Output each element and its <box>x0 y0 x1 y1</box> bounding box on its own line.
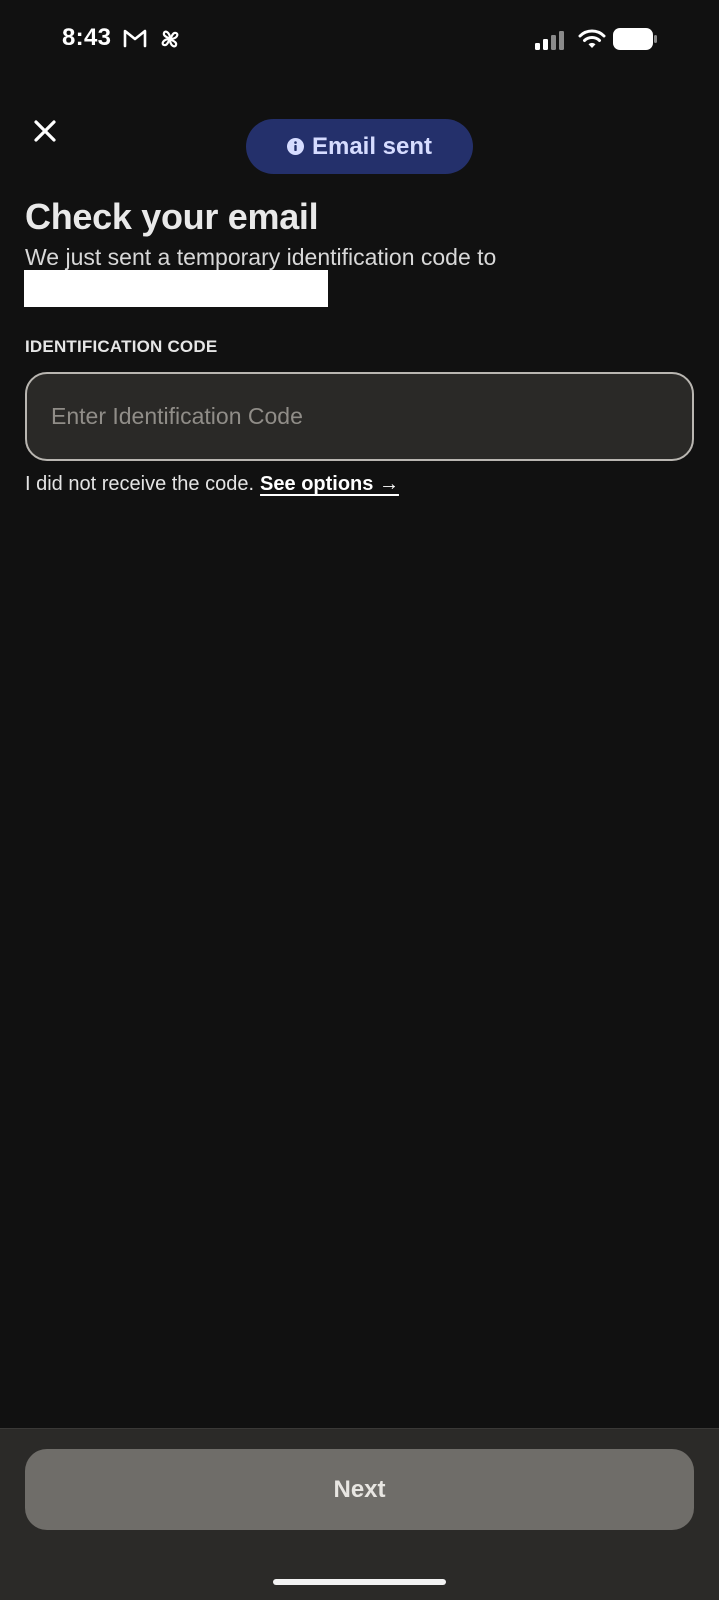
bottom-bar: Next <box>0 1428 719 1600</box>
see-options-link[interactable]: See options → <box>260 473 399 495</box>
info-icon <box>286 138 304 155</box>
status-bar: 8:43 <box>0 0 719 80</box>
toast-label: Email sent <box>311 132 433 160</box>
help-row: I did not receive the code. See options → <box>25 473 399 496</box>
next-button[interactable]: Next <box>25 1449 694 1530</box>
help-text: I did not receive the code. <box>25 473 255 495</box>
gmail-icon <box>123 28 147 53</box>
page-title: Check your email <box>25 196 319 237</box>
email-sent-toast: Email sent <box>246 119 473 174</box>
identification-code-label: IDENTIFICATION CODE <box>25 337 218 356</box>
wifi-icon <box>578 28 606 55</box>
slack-icon <box>158 27 182 56</box>
close-icon <box>34 120 56 142</box>
battery-icon <box>613 28 657 55</box>
identification-code-input[interactable] <box>25 372 694 461</box>
cellular-signal-icon <box>535 30 571 55</box>
check-email-screen: 8:43 Email sent Check your email We just… <box>0 0 719 1600</box>
subtitle: We just sent a temporary identification … <box>25 244 497 270</box>
home-indicator <box>273 1579 446 1585</box>
redacted-email <box>24 270 328 307</box>
status-time: 8:43 <box>62 24 112 51</box>
close-button[interactable] <box>30 116 60 146</box>
